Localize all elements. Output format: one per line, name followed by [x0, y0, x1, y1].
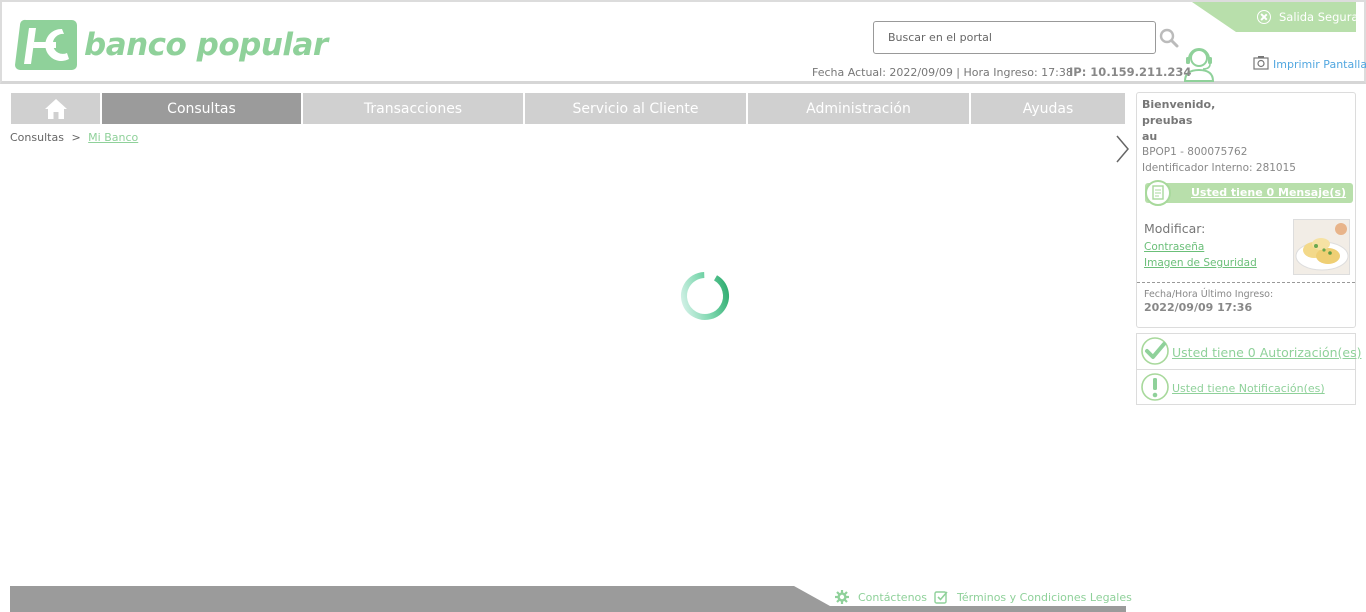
security-image-link[interactable]: Imagen de Seguridad: [1144, 257, 1257, 269]
welcome-text: Bienvenido,: [1142, 98, 1216, 111]
footer-bar: Contáctenos Términos y Condiciones Legal…: [10, 586, 1132, 612]
breadcrumb-root: Consultas: [10, 131, 64, 144]
screenshot-icon[interactable]: [1253, 55, 1269, 70]
terms-link[interactable]: Términos y Condiciones Legales: [934, 590, 1132, 604]
contact-label: Contáctenos: [858, 590, 927, 604]
security-image: [1293, 219, 1350, 275]
breadcrumb-separator: >: [71, 131, 81, 144]
secure-exit-label: Salida Segura: [1279, 10, 1359, 24]
internal-id: Identificador Interno: 281015: [1142, 162, 1296, 174]
messages-banner[interactable]: Usted tiene 0 Mensaje(s): [1145, 180, 1353, 206]
brand-name: banco popular: [84, 27, 328, 63]
breadcrumb: Consultas > Mi Banco: [10, 131, 138, 144]
user-name-second: au: [1142, 130, 1158, 143]
nav-administracion[interactable]: Administración: [748, 93, 969, 124]
notifications-link[interactable]: Usted tiene Notificación(es): [1172, 382, 1325, 395]
gear-icon: [835, 590, 849, 604]
modify-title: Modificar:: [1144, 221, 1206, 236]
top-header: banco popular Salida Segura Fecha Actual…: [0, 0, 1366, 84]
home-icon: [44, 98, 67, 119]
user-info-panel: Bienvenido, preubas au BPOP1 - 800075762…: [1136, 92, 1356, 328]
account-number: BPOP1 - 800075762: [1142, 146, 1248, 158]
panel-divider: [1137, 282, 1355, 283]
welcome-block: Bienvenido, preubas au: [1142, 97, 1215, 145]
checkbox-icon: [934, 591, 948, 604]
loading-spinner-icon: [681, 272, 729, 320]
terms-label: Términos y Condiciones Legales: [957, 590, 1132, 604]
chevron-right-icon[interactable]: [1114, 134, 1130, 164]
bank-logo[interactable]: banco popular: [12, 18, 328, 72]
last-login-label: Fecha/Hora Último Ingreso:: [1144, 289, 1274, 300]
logo-mark-icon: [15, 19, 77, 70]
current-date-time: Fecha Actual: 2022/09/09 | Hora Ingreso:…: [812, 66, 1073, 79]
document-icon: [1145, 180, 1171, 206]
alerts-panel: Usted tiene 0 Autorización(es) Usted tie…: [1136, 333, 1361, 405]
authorizations-row[interactable]: Usted tiene 0 Autorización(es): [1137, 334, 1361, 369]
nav-servicio-cliente[interactable]: Servicio al Cliente: [525, 93, 746, 124]
print-screen-link[interactable]: Imprimir Pantalla: [1273, 58, 1366, 71]
close-circle-icon: [1257, 10, 1271, 24]
ip-address: IP: 10.159.211.234: [1069, 65, 1192, 79]
secure-exit-button[interactable]: Salida Segura: [1192, 2, 1359, 32]
notifications-row[interactable]: Usted tiene Notificación(es): [1137, 369, 1355, 404]
search-icon[interactable]: [1159, 28, 1179, 48]
user-name-first: preubas: [1142, 114, 1193, 127]
exclamation-circle-icon: [1141, 373, 1169, 401]
nav-home[interactable]: [11, 93, 100, 124]
search-input[interactable]: [873, 21, 1156, 54]
main-nav: Consultas Transacciones Servicio al Clie…: [11, 93, 1125, 124]
last-login-value: 2022/09/09 17:36: [1144, 301, 1253, 314]
contact-link[interactable]: Contáctenos: [835, 590, 927, 604]
nav-consultas[interactable]: Consultas: [102, 93, 301, 124]
nav-transacciones[interactable]: Transacciones: [303, 93, 523, 124]
breadcrumb-current[interactable]: Mi Banco: [88, 131, 138, 144]
check-circle-icon: [1141, 337, 1169, 365]
authorizations-link[interactable]: Usted tiene 0 Autorización(es): [1172, 345, 1361, 360]
messages-link[interactable]: Usted tiene 0 Mensaje(s): [1191, 186, 1346, 199]
nav-ayudas[interactable]: Ayudas: [971, 93, 1125, 124]
change-password-link[interactable]: Contraseña: [1144, 241, 1204, 253]
